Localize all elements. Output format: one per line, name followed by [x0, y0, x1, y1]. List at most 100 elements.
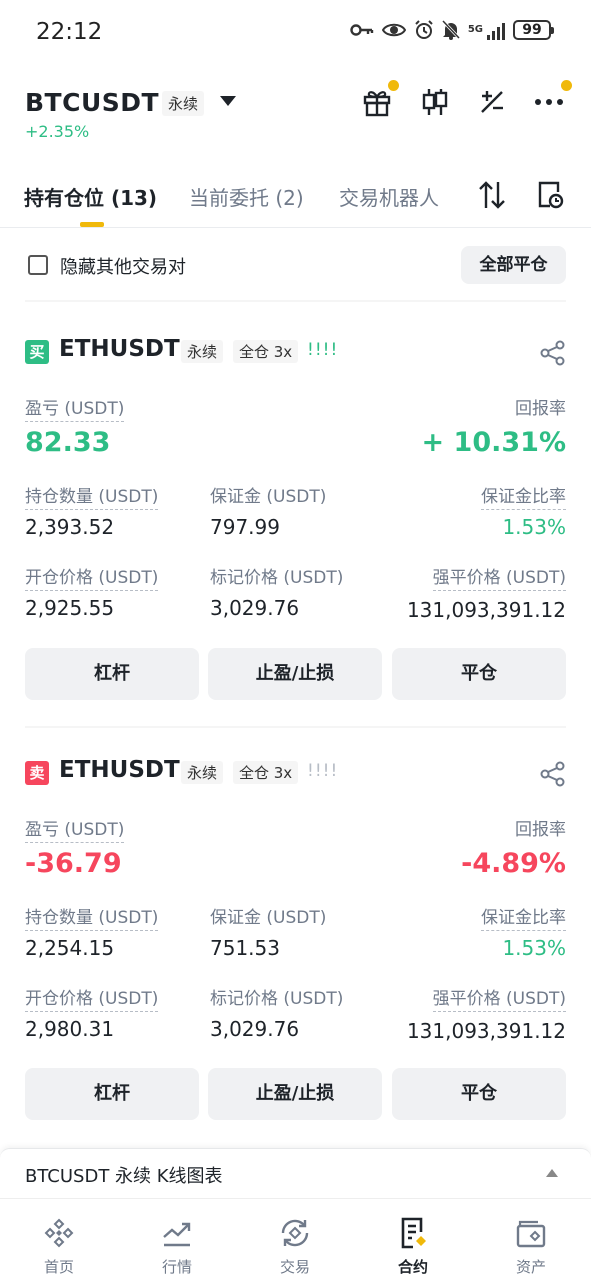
- margin-label: 保证金 (USDT): [210, 908, 327, 928]
- kline-chart-label: BTCUSDT 永续 K线图表: [25, 1166, 223, 1187]
- side-badge-buy: 买: [25, 340, 49, 364]
- entry-price-value: 2,980.31: [25, 1017, 115, 1041]
- size-value: 2,393.52: [25, 515, 115, 539]
- trade-icon: [277, 1215, 313, 1251]
- candlestick-icon[interactable]: [419, 86, 451, 118]
- battery-icon: 99: [513, 20, 554, 40]
- size-label[interactable]: 持仓数量 (USDT): [25, 903, 159, 931]
- nav-item-futures[interactable]: 合约: [354, 1199, 472, 1280]
- bottom-nav: 首页 行情 交易 合约 资产: [0, 1198, 591, 1280]
- symbol-dropdown-icon[interactable]: [220, 96, 236, 106]
- contract-type-tag: 永续: [162, 91, 205, 116]
- calculator-icon[interactable]: [476, 86, 508, 118]
- contract-type-tag: 永续: [181, 761, 224, 784]
- signal-icon: [487, 20, 505, 40]
- gift-icon[interactable]: [361, 86, 393, 118]
- header: BTCUSDT 永续 +2.35%: [0, 80, 591, 144]
- more-notification-dot: [561, 80, 572, 91]
- margin-ratio-value: 1.53%: [502, 936, 566, 960]
- size-value: 2,254.15: [25, 936, 115, 960]
- close-position-button[interactable]: 平仓: [392, 648, 566, 700]
- roe-label: 回报率: [515, 820, 566, 840]
- liq-price-value: 131,093,391.12: [406, 598, 566, 622]
- margin-ratio-label[interactable]: 保证金比率: [481, 903, 566, 931]
- eye-icon: [381, 23, 406, 37]
- entry-price-value: 2,925.55: [25, 596, 115, 620]
- share-icon[interactable]: [540, 761, 566, 791]
- mark-price-value: 3,029.76: [210, 1017, 300, 1041]
- gift-notification-dot: [388, 80, 399, 91]
- position-card: 买 ETHUSDT 永续 全仓 3x !!!! 盈亏 (USDT) 回报率 82…: [0, 312, 591, 712]
- margin-value: 797.99: [210, 515, 280, 539]
- pnl-value: -36.79: [25, 848, 122, 879]
- bell-off-icon: [441, 20, 460, 40]
- sort-icon[interactable]: [478, 180, 506, 214]
- pnl-label[interactable]: 盈亏 (USDT): [25, 394, 125, 422]
- mark-price-value: 3,029.76: [210, 596, 300, 620]
- nav-label-home: 首页: [43, 1258, 74, 1276]
- home-icon: [41, 1215, 77, 1251]
- status-bar: 22:12 5G 99: [0, 0, 591, 68]
- nav-label-futures: 合约: [397, 1258, 428, 1276]
- nav-item-assets[interactable]: 资产: [472, 1199, 590, 1280]
- futures-icon: [395, 1215, 431, 1251]
- margin-value: 751.53: [210, 936, 280, 960]
- tpsl-button[interactable]: 止盈/止损: [208, 1068, 382, 1120]
- position-tabs: 持有仓位 (13) 当前委托 (2) 交易机器人: [0, 170, 591, 228]
- hide-other-pairs-label: 隐藏其他交易对: [60, 257, 186, 278]
- margin-ratio-value: 1.53%: [502, 515, 566, 539]
- close-all-button[interactable]: 全部平仓: [461, 246, 566, 284]
- tab-open-orders[interactable]: 当前委托 (2): [189, 182, 304, 211]
- position-pair[interactable]: ETHUSDT: [59, 336, 180, 362]
- hide-other-pairs-checkbox[interactable]: [28, 255, 48, 275]
- liq-price-value: 131,093,391.12: [406, 1019, 566, 1043]
- divider: [25, 726, 566, 728]
- tpsl-button[interactable]: 止盈/止损: [208, 648, 382, 700]
- leverage-button[interactable]: 杠杆: [25, 648, 199, 700]
- kline-chart-bar[interactable]: BTCUSDT 永续 K线图表: [0, 1148, 591, 1198]
- wallet-icon: [513, 1215, 549, 1251]
- price-change: +2.35%: [25, 122, 90, 141]
- mark-price-label: 标记价格 (USDT): [210, 989, 344, 1009]
- order-history-icon[interactable]: [536, 180, 566, 214]
- status-time: 22:12: [36, 19, 103, 45]
- entry-price-label[interactable]: 开仓价格 (USDT): [25, 563, 159, 591]
- liq-price-label[interactable]: 强平价格 (USDT): [432, 984, 566, 1012]
- tab-trading-bots[interactable]: 交易机器人: [339, 182, 439, 211]
- symbol-title[interactable]: BTCUSDT: [25, 88, 159, 117]
- more-icon[interactable]: [533, 86, 565, 118]
- markets-icon: [159, 1215, 195, 1251]
- nav-label-markets: 行情: [161, 1258, 192, 1276]
- adl-indicator: !!!!: [307, 761, 339, 781]
- margin-label: 保证金 (USDT): [210, 487, 327, 507]
- nav-item-home[interactable]: 首页: [0, 1199, 118, 1280]
- nav-label-assets: 资产: [515, 1258, 546, 1276]
- roe-label: 回报率: [515, 399, 566, 419]
- entry-price-label[interactable]: 开仓价格 (USDT): [25, 984, 159, 1012]
- active-tab-indicator: [80, 222, 104, 227]
- adl-indicator: !!!!: [307, 340, 339, 360]
- position-card: 卖 ETHUSDT 永续 全仓 3x !!!! 盈亏 (USDT) 回报率 -3…: [0, 733, 591, 1133]
- pnl-value: 82.33: [25, 427, 111, 458]
- side-badge-sell: 卖: [25, 761, 49, 785]
- margin-mode-tag: 全仓 3x: [233, 761, 299, 784]
- filter-row: 隐藏其他交易对 全部平仓: [0, 240, 591, 290]
- status-icons: 5G 99: [350, 20, 554, 40]
- liq-price-label[interactable]: 强平价格 (USDT): [432, 563, 566, 591]
- alarm-icon: [415, 20, 433, 39]
- network-type: 5G: [467, 24, 483, 35]
- leverage-button[interactable]: 杠杆: [25, 1068, 199, 1120]
- share-icon[interactable]: [540, 340, 566, 370]
- nav-item-markets[interactable]: 行情: [118, 1199, 236, 1280]
- margin-ratio-label[interactable]: 保证金比率: [481, 482, 566, 510]
- divider: [25, 300, 566, 302]
- margin-mode-tag: 全仓 3x: [233, 340, 299, 363]
- pnl-label[interactable]: 盈亏 (USDT): [25, 815, 125, 843]
- size-label[interactable]: 持仓数量 (USDT): [25, 482, 159, 510]
- tab-positions[interactable]: 持有仓位 (13): [24, 182, 157, 211]
- nav-item-trade[interactable]: 交易: [236, 1199, 354, 1280]
- mark-price-label: 标记价格 (USDT): [210, 568, 344, 588]
- chevron-up-icon[interactable]: [546, 1169, 558, 1177]
- position-pair[interactable]: ETHUSDT: [59, 757, 180, 783]
- close-position-button[interactable]: 平仓: [392, 1068, 566, 1120]
